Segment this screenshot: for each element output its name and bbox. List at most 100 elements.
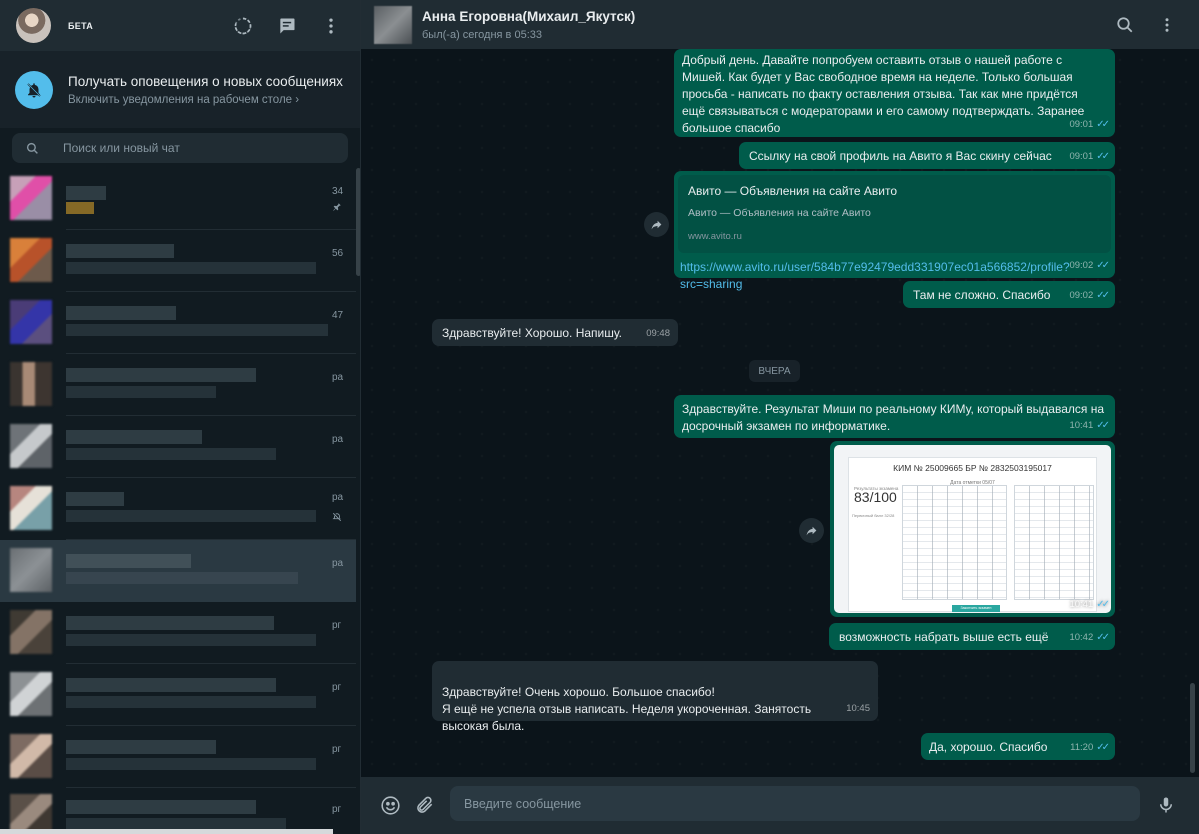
chat-list-item[interactable]: рг <box>0 726 356 788</box>
chat-name-redacted <box>66 430 202 444</box>
muted-icon <box>332 512 342 522</box>
chat-list-item[interactable]: рг <box>0 664 356 726</box>
chat-avatar <box>10 794 52 834</box>
chat-time: 56 <box>332 248 344 259</box>
forward-icon[interactable] <box>644 212 669 237</box>
chat-list-item[interactable]: 47 <box>0 292 356 354</box>
chat-time: рг <box>332 620 342 631</box>
incoming-message[interactable]: Здравствуйте! Хорошо. Напишу. 09:48 <box>432 319 678 346</box>
message-meta: 10:41 ✓✓ <box>1069 596 1109 613</box>
contact-avatar[interactable] <box>374 6 412 44</box>
chat-list-item[interactable]: рг <box>0 788 356 834</box>
message-text: Здравствуйте! Хорошо. Напишу. <box>442 326 623 340</box>
chat-time: ра <box>332 492 344 503</box>
search-icon[interactable] <box>1113 13 1137 37</box>
notification-text: Получать оповещения о новых сообщениях В… <box>68 74 343 106</box>
chat-list-item[interactable]: ра <box>0 416 356 478</box>
menu-icon[interactable] <box>319 14 343 38</box>
chat-preview-redacted <box>66 696 316 708</box>
message-meta: 09:01 ✓✓ <box>1069 116 1110 133</box>
forward-icon[interactable] <box>799 518 824 543</box>
chat-list-item-selected[interactable]: ра <box>0 540 356 602</box>
search-input[interactable]: Поиск или новый чат <box>12 133 348 163</box>
incoming-message[interactable]: Здравствуйте! Очень хорошо. Большое спас… <box>432 661 878 733</box>
outgoing-message[interactable]: Да, хорошо. Спасибо 11:20 ✓✓ <box>921 733 1115 760</box>
mic-icon[interactable] <box>1154 793 1178 817</box>
chat-list-item[interactable]: рг <box>0 602 356 664</box>
notification-banner[interactable]: Получать оповещения о новых сообщениях В… <box>0 51 360 128</box>
conversation-header[interactable]: Анна Егоровна(Михаил_Якутск) был(-а) сег… <box>361 0 1199 49</box>
chat-avatar <box>10 300 52 344</box>
exam-score: 83/100 <box>854 489 897 505</box>
chat-list-item[interactable]: 34 <box>0 168 356 230</box>
emoji-icon[interactable] <box>378 793 402 817</box>
status-icon[interactable] <box>231 14 255 38</box>
double-check-icon: ✓✓ <box>1096 260 1110 271</box>
outgoing-message[interactable]: Там не сложно. Спасибо 09:02 ✓✓ <box>903 281 1115 308</box>
double-check-icon: ✓✓ <box>1096 290 1110 301</box>
new-chat-icon[interactable] <box>275 14 299 38</box>
message-text: Здравствуйте. Результат Миши по реальном… <box>682 402 1105 433</box>
message-text: Добрый день. Давайте попробуем оставить … <box>682 53 1085 135</box>
chat-name-redacted <box>66 554 191 568</box>
chat-list-item[interactable]: 56 <box>0 230 356 292</box>
double-check-icon: ✓✓ <box>1096 151 1110 162</box>
menu-icon[interactable] <box>1155 13 1179 37</box>
notification-title: Получать оповещения о новых сообщениях <box>68 73 343 89</box>
chat-name-redacted <box>66 678 276 692</box>
chat-name-redacted <box>66 740 216 754</box>
answers-table-right <box>1014 485 1094 600</box>
chat-name-redacted <box>66 492 124 506</box>
chat-avatar <box>10 672 52 716</box>
message-meta: 11:20 ✓✓ <box>1070 739 1110 756</box>
message-time: 10:42 <box>1069 632 1094 643</box>
my-avatar[interactable] <box>16 8 51 43</box>
chat-avatar <box>10 176 52 220</box>
chat-name-redacted <box>66 800 256 814</box>
chat-preview-redacted <box>66 572 298 584</box>
chat-name-redacted <box>66 186 106 200</box>
chat-list-item[interactable]: ра <box>0 354 356 416</box>
chat-preview-redacted <box>66 634 316 646</box>
chat-name-redacted <box>66 244 174 258</box>
beta-label: БЕТА <box>68 20 94 31</box>
chat-list-item[interactable]: ра <box>0 478 356 540</box>
message-input[interactable]: Введите сообщение <box>450 786 1140 821</box>
outgoing-link-message[interactable]: Авито — Объявления на сайте Авито Авито … <box>674 171 1115 291</box>
answers-table-left <box>902 485 1007 600</box>
link-preview-host: www.avito.ru <box>688 231 742 242</box>
message-time: 10:41 <box>1069 599 1094 610</box>
message-time: 10:45 <box>846 703 870 714</box>
chat-avatar <box>10 734 52 778</box>
message-meta: 09:48 <box>646 325 670 342</box>
bell-off-icon <box>15 70 53 109</box>
outgoing-message[interactable]: Здравствуйте. Результат Миши по реальном… <box>674 395 1115 438</box>
primary-score: Первичный балл 32/28 <box>852 513 895 518</box>
outgoing-message[interactable]: Ссылку на свой профиль на Авито я Вас ск… <box>739 142 1115 169</box>
message-input-placeholder: Введите сообщение <box>464 796 582 811</box>
exam-result-image[interactable]: КИМ № 25009665 БР № 2832503195017 Дата о… <box>834 445 1111 613</box>
link-preview-title: Авито — Объявления на сайте Авито <box>688 184 898 198</box>
message-list-scrollbar[interactable] <box>1190 683 1195 773</box>
link-preview-card[interactable]: Авито — Объявления на сайте Авито Авито … <box>678 175 1111 253</box>
chat-preview-redacted <box>66 262 316 274</box>
message-list[interactable]: Добрый день. Давайте попробуем оставить … <box>361 49 1199 777</box>
outgoing-image-message[interactable]: КИМ № 25009665 БР № 2832503195017 Дата о… <box>830 441 1115 617</box>
enable-notifications-link[interactable]: Включить уведомления на рабочем столе › <box>68 94 343 106</box>
chat-name-redacted <box>66 616 274 630</box>
chat-avatar <box>10 362 52 406</box>
double-check-icon: ✓✓ <box>1096 632 1110 643</box>
chat-preview-redacted <box>66 202 94 214</box>
message-text: возможность набрать выше есть ещё <box>839 630 1049 644</box>
double-check-icon: ✓✓ <box>1096 119 1110 130</box>
message-meta: 09:01 ✓✓ <box>1069 148 1110 165</box>
message-meta: 09:02 ✓✓ <box>1069 257 1110 274</box>
outgoing-message[interactable]: возможность набрать выше есть ещё 10:42 ✓… <box>829 623 1115 650</box>
attach-icon[interactable] <box>413 793 437 817</box>
outgoing-message[interactable]: Добрый день. Давайте попробуем оставить … <box>674 49 1115 137</box>
chat-avatar <box>10 610 52 654</box>
chat-preview-redacted <box>66 324 328 336</box>
app-window: БЕТА Получать оповещения о новых сообщен… <box>0 0 1199 834</box>
chat-preview-redacted <box>66 448 276 460</box>
contact-last-seen: был(-а) сегодня в 05:33 <box>422 29 542 41</box>
